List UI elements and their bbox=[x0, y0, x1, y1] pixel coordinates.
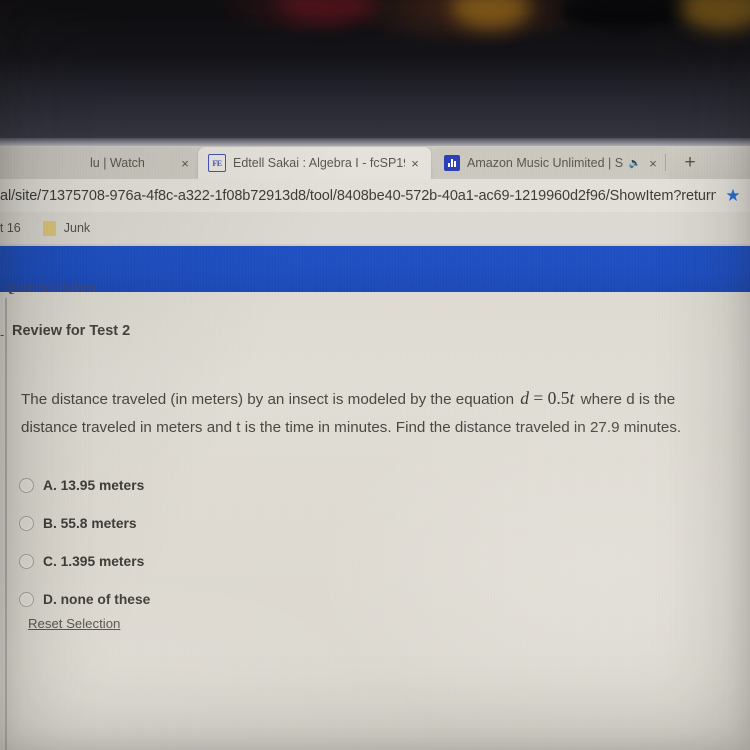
answer-option-b[interactable]: B. 55.8 meters bbox=[19, 504, 439, 542]
tab-title: Edtell Sakai : Algebra I - fcSP19- bbox=[233, 156, 405, 170]
tab-title: Amazon Music Unlimited | S bbox=[467, 156, 624, 170]
browser-tab-3[interactable]: Amazon Music Unlimited | S 🔈 × bbox=[434, 147, 669, 179]
bookmarks-bar: eet 16 Junk bbox=[0, 212, 750, 244]
tab-separator bbox=[665, 154, 666, 171]
bookmark-label: eet 16 bbox=[0, 221, 21, 235]
tab-strip: lu | Watch × FE Edtell Sakai : Algebra I… bbox=[0, 146, 750, 179]
equation-equals: = bbox=[533, 388, 544, 408]
browser-window: lu | Watch × FE Edtell Sakai : Algebra I… bbox=[0, 146, 750, 750]
tab-title: lu | Watch bbox=[90, 156, 145, 170]
bookmark-label: Junk bbox=[63, 221, 91, 235]
option-label: A. 13.95 meters bbox=[43, 477, 145, 493]
fe-favicon-icon: FE bbox=[208, 154, 226, 172]
answer-option-c[interactable]: C. 1.395 meters bbox=[19, 542, 439, 580]
bookmark-star-icon[interactable]: ★ bbox=[716, 187, 750, 204]
equation-variable-t: t bbox=[569, 388, 575, 408]
address-bar[interactable]: al/site/71375708-976a-4f8c-a322-1f08b729… bbox=[0, 179, 750, 212]
bookmark-item-sheet16[interactable]: eet 16 bbox=[0, 221, 21, 235]
amazon-music-favicon-icon bbox=[444, 155, 460, 171]
question-text: The distance traveled (in meters) by an … bbox=[21, 384, 727, 442]
radio-button-icon[interactable] bbox=[19, 515, 34, 531]
browser-tab-1[interactable]: lu | Watch × bbox=[0, 147, 195, 179]
background-blur-dark bbox=[560, 0, 690, 30]
tab-close-icon[interactable]: × bbox=[643, 156, 663, 171]
tab-close-icon[interactable]: × bbox=[175, 156, 195, 171]
content-left-rule bbox=[5, 298, 7, 750]
option-label: D. none of these bbox=[43, 591, 151, 607]
clipped-section-heading: QUESTIONS bbox=[4, 284, 97, 294]
background-blur-red bbox=[280, 0, 376, 22]
new-tab-button[interactable]: + bbox=[679, 152, 701, 174]
bookmark-item-junk[interactable]: Junk bbox=[42, 220, 91, 236]
equation-variable-d: d bbox=[520, 388, 529, 408]
background-blur-yellow-left bbox=[452, 0, 530, 28]
radio-button-icon[interactable] bbox=[19, 553, 34, 569]
answer-option-a[interactable]: A. 13.95 meters bbox=[19, 466, 439, 504]
speaker-playing-icon[interactable]: 🔈 bbox=[627, 158, 643, 169]
breadcrumb-dash: - bbox=[0, 327, 5, 342]
page-title: Review for Test 2 bbox=[12, 323, 131, 339]
room-background bbox=[0, 0, 750, 148]
equation-inline: d = 0.5t bbox=[518, 388, 576, 408]
tab-close-icon[interactable]: × bbox=[405, 156, 425, 171]
radio-button-icon[interactable] bbox=[19, 477, 34, 493]
url-text[interactable]: al/site/71375708-976a-4f8c-a322-1f08b729… bbox=[0, 188, 716, 204]
background-blur-yellow-right bbox=[680, 0, 750, 30]
question-part-1: The distance traveled (in meters) by an … bbox=[21, 391, 515, 408]
reset-selection-link[interactable]: Reset Selection bbox=[28, 616, 120, 631]
laptop-screen-photo: lu | Watch × FE Edtell Sakai : Algebra I… bbox=[0, 0, 750, 750]
site-header-banner bbox=[0, 246, 750, 292]
radio-button-icon[interactable] bbox=[19, 591, 34, 607]
browser-tab-2[interactable]: FE Edtell Sakai : Algebra I - fcSP19- × bbox=[198, 147, 431, 179]
option-label: C. 1.395 meters bbox=[43, 553, 145, 569]
answer-options-list: A. 13.95 meters B. 55.8 meters C. 1.395 … bbox=[19, 466, 439, 618]
option-label: B. 55.8 meters bbox=[43, 515, 137, 531]
equation-coefficient: 0.5 bbox=[547, 388, 570, 408]
answer-option-d[interactable]: D. none of these bbox=[19, 580, 439, 618]
folder-icon bbox=[42, 220, 56, 236]
